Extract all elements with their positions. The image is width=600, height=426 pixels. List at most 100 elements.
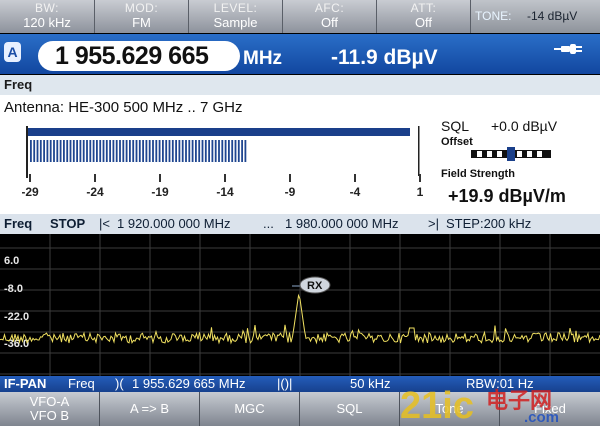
- meter-tick-label: -4: [350, 185, 361, 199]
- panel-title: Freq: [4, 77, 33, 92]
- antenna-info[interactable]: Antenna: HE-300 500 MHz .. 7 GHz: [4, 99, 242, 116]
- plug-icon: [554, 44, 582, 54]
- frequency-unit: MHz: [243, 48, 283, 69]
- bw-label: BW:: [35, 1, 59, 15]
- meter-segment: [162, 140, 164, 162]
- meter-segment: [125, 140, 128, 162]
- a-to-b-softkey[interactable]: A => B: [100, 392, 200, 426]
- meter-segment: [204, 140, 207, 162]
- meter-segment: [30, 140, 32, 162]
- meter-segment: [72, 140, 75, 162]
- meter-segment: [43, 140, 45, 162]
- sql-softkey[interactable]: SQL: [300, 392, 400, 426]
- meter-tick: [159, 174, 161, 182]
- afc-value: Off: [320, 15, 339, 30]
- afc-label: AFC:: [314, 1, 345, 15]
- start-marker-icon: |<: [99, 216, 110, 231]
- ifpan-span: 50 kHz: [350, 376, 391, 391]
- tone-value: -14 dBµV: [527, 9, 578, 23]
- squelch-info: SQL +0.0 dBµV Offset Field Strength +19.…: [441, 114, 599, 214]
- meter-segment: [158, 140, 161, 162]
- tone-label: TONE:: [475, 9, 512, 23]
- meter-segment: [135, 140, 138, 162]
- meter-segment: [69, 140, 72, 162]
- meter-segment: [155, 140, 158, 162]
- frequency-value: 1 955.629 665: [55, 42, 209, 70]
- meter-tick: [354, 174, 356, 182]
- meter-segment: [214, 140, 217, 162]
- level-softkey[interactable]: LEVEL: Sample: [189, 0, 283, 33]
- watermark-domain: .com: [524, 409, 559, 426]
- meter-segment: [181, 140, 184, 162]
- meter-tick: [224, 174, 226, 182]
- meter-segment: [76, 140, 78, 162]
- meter-segment: [49, 140, 52, 162]
- stop-frequency: 1 980.000 000 MHz: [285, 216, 399, 231]
- meter-segment: [122, 140, 125, 162]
- mod-softkey[interactable]: MOD: FM: [95, 0, 189, 33]
- status-state: STOP: [50, 216, 86, 231]
- meter-segment: [237, 140, 240, 162]
- meter-segment: [33, 140, 36, 162]
- meter-tick: [289, 174, 291, 182]
- meter-segment: [224, 140, 227, 162]
- meter-tick-label: -9: [285, 185, 296, 199]
- meter-segment: [66, 140, 69, 162]
- meter-segment: [211, 140, 214, 162]
- meter-segment: [165, 140, 168, 162]
- mgc-softkey[interactable]: MGC: [200, 392, 300, 426]
- meter-segment: [39, 140, 42, 162]
- meter-segment: [105, 140, 108, 162]
- meter-segment: [59, 140, 62, 162]
- meter-segment: [56, 140, 59, 162]
- meter-tick-label: -29: [22, 185, 39, 199]
- meter-segment: [198, 140, 201, 162]
- level-value: Sample: [213, 15, 258, 30]
- status-mode: Freq: [4, 216, 33, 231]
- meter-segment: [175, 140, 177, 162]
- meter-segment: [46, 140, 49, 162]
- ifpan-frequency: 1 955.629 665 MHz: [132, 376, 246, 391]
- meter-segment: [145, 140, 148, 162]
- vfo-softkey-line1: VFO-A: [29, 394, 70, 409]
- meter-tick-label: 1: [417, 185, 424, 199]
- meter-segment: [129, 140, 131, 162]
- level-label: LEVEL:: [213, 1, 258, 15]
- afc-softkey[interactable]: AFC: Off: [283, 0, 377, 33]
- meter-segment: [79, 140, 82, 162]
- meter-segment: [185, 140, 187, 162]
- offset-indicator: [471, 147, 551, 161]
- ifpan-left-marker-icon: )(: [115, 376, 124, 391]
- meter-segment: [99, 140, 102, 162]
- field-strength-label: Field Strength: [441, 168, 515, 180]
- spectrum-y-label: 6.0: [4, 255, 19, 267]
- level-bar: [28, 128, 410, 136]
- meter-ticks: [29, 174, 421, 182]
- spectrum-display[interactable]: 6.0-8.0-22.0-36.0 RX: [0, 234, 600, 376]
- meter-tick-label: -19: [151, 185, 169, 199]
- ifpan-label: IF-PAN: [4, 376, 47, 391]
- att-label: ATT:: [410, 1, 437, 15]
- meter-segment: [218, 140, 220, 162]
- meter-segment: [119, 140, 121, 162]
- meter-segment: [86, 140, 88, 162]
- att-softkey[interactable]: ATT: Off: [377, 0, 471, 33]
- meter-labels: -29 -24 -19 -14 -9 -4 1: [22, 185, 424, 199]
- meter-segment: [96, 140, 98, 162]
- meter-segment: [221, 140, 224, 162]
- meter-segment: [152, 140, 154, 162]
- meter-segment: [102, 140, 105, 162]
- rx-marker-label: RX: [307, 280, 323, 292]
- level-meter: -29 -24 -19 -14 -9 -4 1: [22, 126, 424, 199]
- start-frequency: 1 920.000 000 MHz: [117, 216, 231, 231]
- meter-segment: [234, 140, 237, 162]
- meter-frame-left: [26, 126, 28, 178]
- meter-segment: [53, 140, 55, 162]
- vfo-softkey[interactable]: VFO-A VFO B: [0, 392, 100, 426]
- sql-label: SQL: [441, 118, 470, 134]
- meter-segment: [92, 140, 95, 162]
- meter-tick-label: -14: [216, 185, 234, 199]
- meter-segment: [82, 140, 85, 162]
- meter-segment: [36, 140, 39, 162]
- bw-softkey[interactable]: BW: 120 kHz: [0, 0, 95, 33]
